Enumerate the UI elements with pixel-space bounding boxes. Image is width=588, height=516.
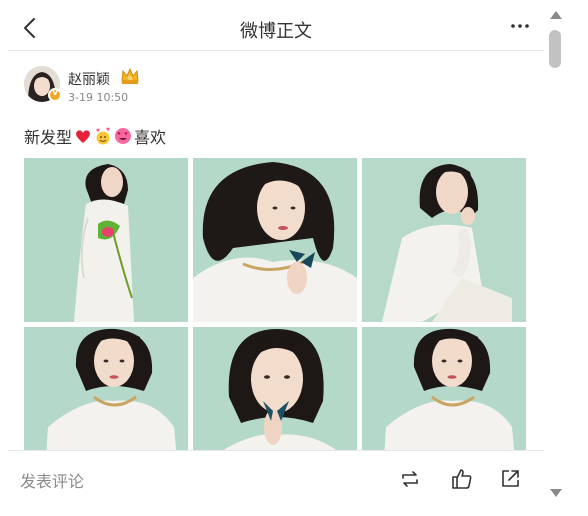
weibo-post-page: 微博正文 v 赵丽颖 3-19 10:50 新发型 喜欢 发表评论: [0, 0, 546, 516]
author-row: v 赵丽颖 3-19 10:50: [24, 66, 504, 106]
comment-input[interactable]: 发表评论: [20, 468, 84, 492]
top-bar: 微博正文: [8, 6, 544, 51]
crown-icon: [121, 67, 139, 84]
photo-5[interactable]: [193, 327, 357, 450]
repost-icon[interactable]: [398, 467, 422, 491]
heart-eyes-emoji-icon: [115, 128, 132, 144]
post-time: 3-19 10:50: [68, 91, 129, 104]
photo-6[interactable]: [362, 327, 526, 450]
verified-badge-icon: v: [48, 88, 62, 102]
share-icon[interactable]: [498, 467, 522, 491]
photo-2[interactable]: [193, 158, 357, 322]
photo-1[interactable]: [24, 158, 188, 322]
more-options-icon[interactable]: [508, 14, 532, 38]
photo-grid: [24, 158, 526, 450]
author-name[interactable]: 赵丽颖: [68, 69, 110, 89]
scroll-down-arrow-icon[interactable]: [549, 488, 563, 498]
scroll-up-arrow-icon[interactable]: [549, 10, 563, 20]
post-text: 新发型 喜欢: [24, 124, 166, 148]
heart-emoji-icon: [76, 130, 90, 143]
bottom-action-bar: 发表评论: [8, 450, 544, 507]
like-thumb-icon[interactable]: [450, 467, 474, 491]
post-text-end: 喜欢: [134, 128, 167, 147]
scrollbar-thumb[interactable]: [549, 30, 561, 68]
vertical-scrollbar[interactable]: [546, 0, 566, 516]
photo-4[interactable]: [24, 327, 188, 450]
post-text-start: 新发型: [24, 128, 73, 147]
photo-3[interactable]: [362, 158, 526, 322]
hearts-face-emoji-icon: [96, 127, 110, 145]
page-title: 微博正文: [240, 21, 312, 42]
